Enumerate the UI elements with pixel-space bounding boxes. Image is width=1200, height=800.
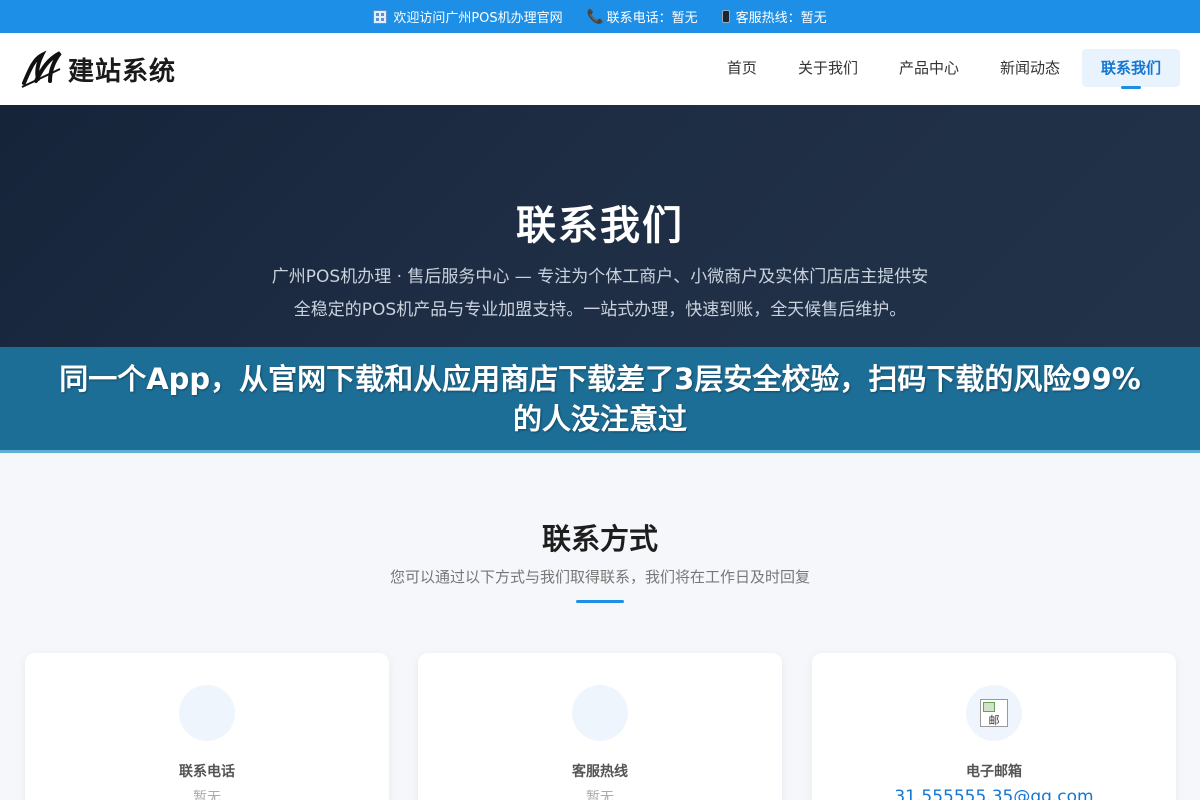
contact-card-hotline: 客服热线 暂无 (418, 653, 782, 800)
main-nav: 首页 关于我们 产品中心 新闻动态 联系我们 (705, 49, 1180, 87)
section-title: 联系方式 (541, 522, 658, 556)
site-header: 建站系统 首页 关于我们 产品中心 新闻动态 联系我们 (0, 33, 1200, 105)
phone-icon: 📞 (586, 8, 605, 25)
nav-home[interactable]: 首页 (708, 49, 776, 87)
card-value: 暂无 (193, 790, 221, 800)
hero-description: 广州POS机办理 · 售后服务中心 — 专注为个体工商户、小微商户及实体门店店主… (271, 267, 929, 320)
section-subtitle: 您可以通过以下方式与我们取得联系，我们将在工作日及时回复 (389, 568, 810, 586)
headset-icon (572, 685, 628, 741)
card-label: 电子邮箱 (966, 764, 1022, 780)
email-link[interactable]: 31.555555.35@qq.com (812, 787, 1176, 800)
mail-icon-alt: 邮 (988, 714, 1000, 727)
site-logo[interactable]: 建站系统 (20, 47, 176, 91)
nav-about[interactable]: 关于我们 (779, 49, 877, 87)
mobile-icon (721, 10, 730, 23)
top-info-bar: 欢迎访问广州POS机办理官网 📞 联系电话：暂无 客服热线：暂无 (0, 0, 1200, 33)
welcome-text: 欢迎访问广州POS机办理官网 (393, 11, 563, 26)
building-icon (373, 9, 388, 24)
card-label: 客服热线 (572, 764, 628, 780)
hero-section: 联系我们 广州POS机办理 · 售后服务中心 — 专注为个体工商户、小微商户及实… (0, 105, 1200, 350)
card-label: 联系电话 (179, 764, 235, 780)
section-divider (576, 600, 624, 603)
contact-card-phone: 联系电话 暂无 (25, 653, 389, 800)
phone-icon (179, 685, 235, 741)
logo-text: 建站系统 (68, 56, 177, 87)
nav-contact[interactable]: 联系我们 (1081, 49, 1180, 87)
nav-products[interactable]: 产品中心 (880, 49, 978, 87)
mail-icon: 邮 (980, 699, 1008, 727)
hotline-item: 客服热线：暂无 (721, 7, 827, 26)
nav-news[interactable]: 新闻动态 (981, 49, 1079, 87)
card-value: 暂无 (586, 790, 614, 800)
overlay-banner: 同一个App，从官网下载和从应用商店下载差了3层安全校验，扫码下载的风险99%的… (0, 347, 1200, 453)
hotline-text: 客服热线：暂无 (735, 11, 827, 26)
hero-title: 联系我们 (516, 203, 684, 249)
contact-card-email: 邮 电子邮箱 31.555555.35@qq.com (812, 653, 1176, 800)
welcome-item: 欢迎访问广州POS机办理官网 (373, 7, 563, 26)
phone-text: 联系电话：暂无 (606, 11, 698, 26)
phone-item: 📞 联系电话：暂无 (586, 7, 698, 27)
banner-text: 同一个App，从官网下载和从应用商店下载差了3层安全校验，扫码下载的风险99%的… (59, 361, 1141, 436)
logo-mark-icon (21, 50, 62, 88)
